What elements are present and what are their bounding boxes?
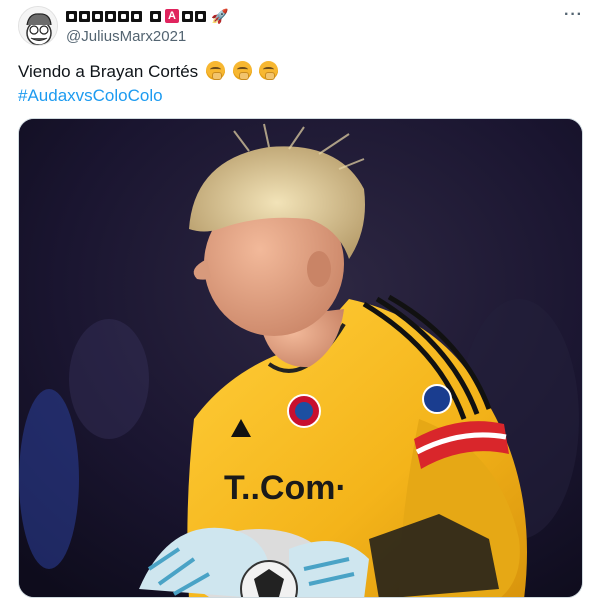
glyph-box bbox=[195, 10, 206, 22]
red-letter-badge: A bbox=[165, 9, 179, 23]
display-name[interactable]: A 🚀 bbox=[66, 6, 228, 26]
more-options-icon[interactable]: ··· bbox=[564, 6, 583, 24]
tweet-text: Viendo a Brayan Cortés #AudaxvsColoColo bbox=[18, 60, 279, 108]
glyph-box bbox=[131, 10, 142, 22]
shirt-sponsor-text: T..Com· bbox=[224, 469, 347, 507]
glyph-box bbox=[182, 10, 193, 22]
tweet-media-image[interactable]: T..Com· bbox=[18, 118, 583, 598]
cartoon-avatar-icon bbox=[19, 7, 57, 45]
glyph-box bbox=[118, 10, 129, 22]
face-with-hand-over-mouth-emoji bbox=[205, 61, 225, 80]
goalkeeper-photo: T..Com· bbox=[19, 119, 582, 597]
tweet-body-line: Viendo a Brayan Cortés bbox=[18, 60, 279, 84]
glyph-box bbox=[105, 10, 116, 22]
tweet-header: A 🚀 @JuliusMarx2021 bbox=[66, 6, 228, 45]
glyph-box bbox=[79, 10, 90, 22]
rocket-icon: 🚀 bbox=[211, 8, 229, 24]
glyph-box bbox=[66, 10, 77, 22]
tweet-body-text: Viendo a Brayan Cortés bbox=[18, 62, 199, 81]
avatar[interactable] bbox=[18, 6, 58, 46]
face-with-hand-over-mouth-emoji bbox=[259, 61, 279, 80]
glyph-box bbox=[150, 10, 161, 22]
user-handle[interactable]: @JuliusMarx2021 bbox=[66, 28, 228, 45]
face-with-hand-over-mouth-emoji bbox=[232, 61, 252, 80]
glyph-box bbox=[92, 10, 103, 22]
hashtag-link[interactable]: #AudaxvsColoColo bbox=[18, 86, 163, 105]
